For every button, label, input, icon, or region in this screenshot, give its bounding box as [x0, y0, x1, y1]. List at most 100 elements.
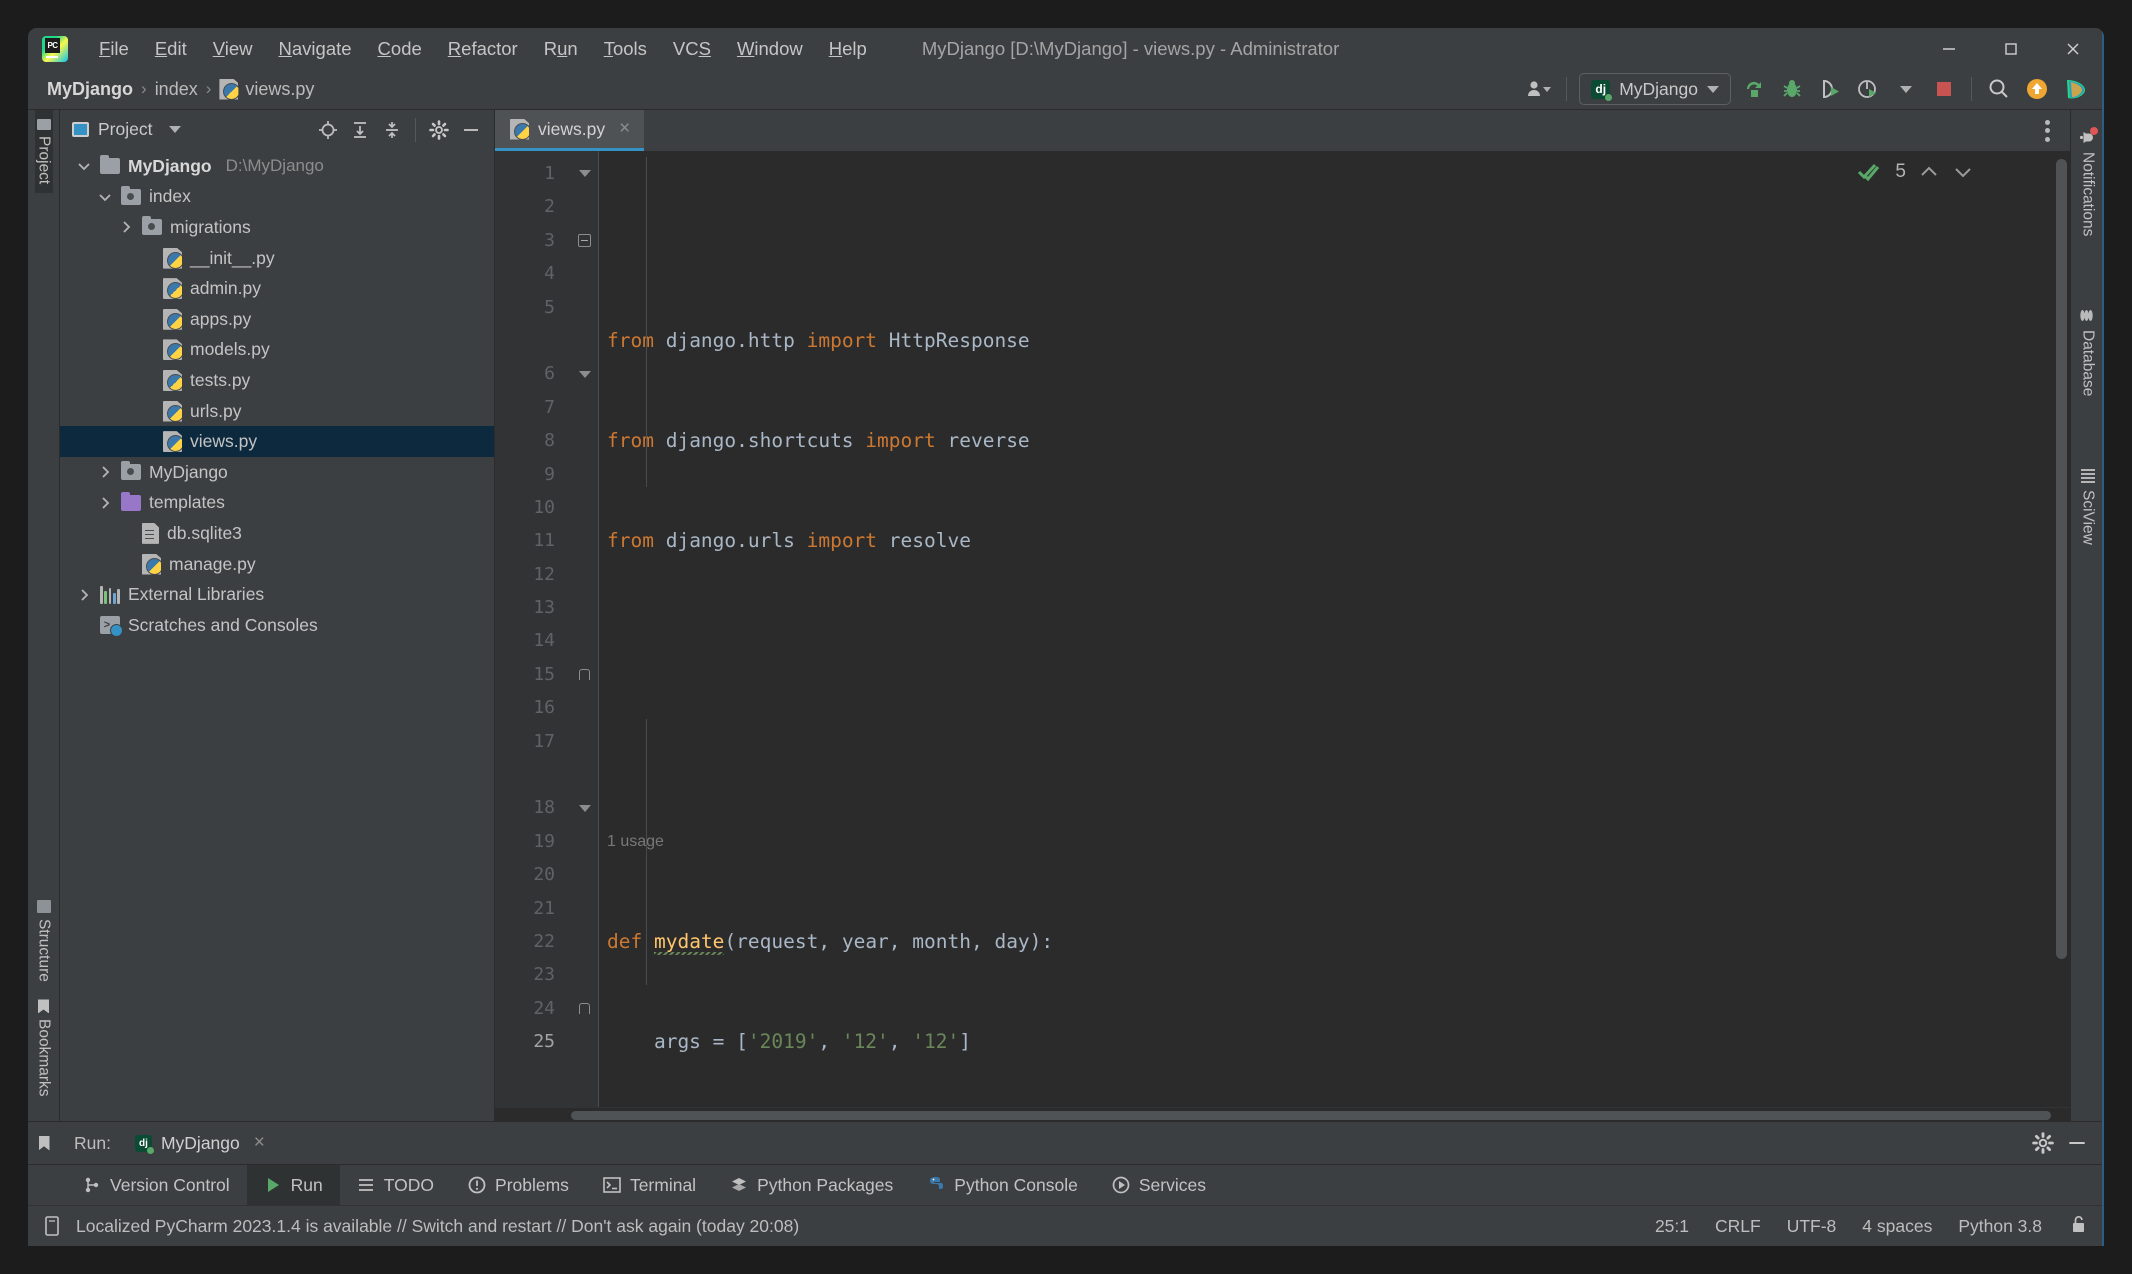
code-folding-gutter[interactable] [571, 151, 599, 1107]
chevron-down-icon[interactable] [95, 189, 115, 205]
chevron-down-icon[interactable] [1887, 72, 1925, 106]
tool-window-version-control[interactable]: Version Control [66, 1165, 247, 1205]
tool-window-problems[interactable]: Problems [451, 1165, 586, 1205]
scrollbar-thumb[interactable] [2056, 159, 2067, 959]
collapse-all-icon[interactable] [377, 116, 407, 144]
menu-edit[interactable]: Edit [142, 34, 200, 64]
breadcrumb-item-file[interactable]: views.py [214, 77, 319, 102]
tree-item-external-libraries[interactable]: External Libraries [60, 579, 494, 610]
settings-gear-icon[interactable] [2028, 1129, 2058, 1157]
chevron-down-icon[interactable] [1952, 161, 1974, 183]
menu-help[interactable]: Help [816, 34, 880, 64]
menu-vcs[interactable]: VCS [660, 34, 724, 64]
file-encoding[interactable]: UTF-8 [1787, 1216, 1837, 1237]
tree-item-index[interactable]: index [60, 182, 494, 213]
run-configuration-selector[interactable]: dj MyDjango [1579, 73, 1731, 105]
python-interpreter[interactable]: Python 3.8 [1958, 1216, 2042, 1237]
close-button[interactable] [2042, 28, 2104, 69]
tool-window-python-packages[interactable]: Python Packages [713, 1165, 910, 1205]
tool-window-services[interactable]: Services [1095, 1165, 1223, 1205]
fold-collapse-icon[interactable] [571, 791, 598, 824]
indent-setting[interactable]: 4 spaces [1862, 1216, 1932, 1237]
project-tree[interactable]: MyDjango D:\MyDjango index migrations __init… [60, 149, 494, 1121]
tree-item-db-sqlite3[interactable]: db.sqlite3 [60, 518, 494, 549]
tree-item-scratches-and-consoles[interactable]: >_ Scratches and Consoles [60, 610, 494, 641]
settings-gear-icon[interactable] [424, 116, 454, 144]
search-everywhere-icon[interactable] [1980, 72, 2018, 106]
sidebar-item-project[interactable]: Project [34, 110, 53, 194]
close-icon[interactable]: × [249, 1132, 265, 1154]
tree-item-views-py[interactable]: views.py [60, 426, 494, 457]
chevron-right-icon[interactable] [116, 219, 136, 235]
sidebar-item-bookmarks[interactable]: Bookmarks [35, 990, 53, 1121]
menu-window[interactable]: Window [724, 34, 816, 64]
tool-window-python-console[interactable]: Python Console [910, 1165, 1095, 1205]
minimize-button[interactable] [1918, 28, 1980, 69]
menu-view[interactable]: View [200, 34, 266, 64]
scrollbar-thumb[interactable] [571, 1111, 2051, 1120]
menu-refactor[interactable]: Refactor [435, 34, 531, 64]
menu-navigate[interactable]: Navigate [266, 34, 365, 64]
expand-all-icon[interactable] [345, 116, 375, 144]
tree-item-tests-py[interactable]: tests.py [60, 365, 494, 396]
close-icon[interactable]: × [614, 118, 630, 140]
run-tab-mydjango[interactable]: dj MyDjango × [125, 1127, 275, 1159]
menu-run[interactable]: Run [531, 34, 591, 64]
code-editor[interactable]: 12345 6 7 8 9 10 11 12 13 14 15 16 17 18 19 20 21 22 23 2… [495, 151, 2070, 1107]
source-code[interactable]: from django.http import HttpResponse fro… [599, 151, 2070, 1107]
maximize-button[interactable] [1980, 28, 2042, 69]
fold-end-icon[interactable] [571, 658, 598, 691]
hide-panel-icon[interactable] [456, 116, 486, 144]
menu-code[interactable]: Code [365, 34, 435, 64]
tree-item-mydjango[interactable]: MyDjango D:\MyDjango [60, 151, 494, 182]
project-panel-title[interactable]: Project [72, 119, 182, 140]
tree-item-urls-py[interactable]: urls.py [60, 396, 494, 427]
sidebar-item-sciview[interactable]: SciView [2079, 459, 2097, 555]
fold-collapse-icon[interactable] [571, 157, 598, 190]
profile-icon[interactable] [1849, 72, 1887, 106]
status-message-area[interactable]: Localized PyCharm 2023.1.4 is available … [42, 1215, 799, 1237]
tree-item--init-py[interactable]: __init__.py [60, 243, 494, 274]
usage-hint-mydate[interactable]: 1 usage [599, 825, 2070, 858]
menu-tools[interactable]: Tools [591, 34, 660, 64]
tree-item-apps-py[interactable]: apps.py [60, 304, 494, 335]
user-profile-icon[interactable] [1520, 72, 1558, 106]
chevron-down-icon[interactable] [74, 158, 94, 174]
sidebar-item-database[interactable]: Database [2079, 298, 2097, 406]
menu-file[interactable]: File [86, 34, 142, 64]
tree-item-models-py[interactable]: models.py [60, 335, 494, 366]
unlocked-padlock-icon[interactable] [2068, 1213, 2088, 1240]
caret-position[interactable]: 25:1 [1655, 1216, 1689, 1237]
chevron-up-icon[interactable] [1918, 161, 1940, 183]
breadcrumb-item-index[interactable]: index [150, 77, 203, 102]
chevron-right-icon[interactable] [95, 464, 115, 480]
ide-features-trainer-icon[interactable] [2056, 72, 2094, 106]
tool-window-terminal[interactable]: Terminal [586, 1165, 713, 1205]
more-options-icon[interactable] [2035, 112, 2060, 150]
editor-vertical-scrollbar[interactable] [2052, 151, 2070, 1107]
hide-panel-icon[interactable] [2062, 1129, 2092, 1157]
updates-icon[interactable] [2018, 72, 2056, 106]
inspection-widget[interactable]: 5 [1857, 161, 1974, 183]
stop-icon[interactable] [1925, 72, 1963, 106]
editor-horizontal-scrollbar[interactable] [495, 1107, 2070, 1121]
sidebar-item-notifications[interactable]: Notifications [2079, 120, 2098, 246]
debug-icon[interactable] [1773, 72, 1811, 106]
run-with-coverage-icon[interactable] [1811, 72, 1849, 106]
chevron-right-icon[interactable] [74, 587, 94, 603]
tool-window-run[interactable]: Run [246, 1165, 340, 1205]
breadcrumb-item-project[interactable]: MyDjango [42, 77, 138, 102]
fold-region-icon[interactable] [571, 224, 598, 257]
editor-tab-views-py[interactable]: views.py × [495, 110, 645, 151]
update-project-icon[interactable] [1735, 72, 1773, 106]
tree-item-manage-py[interactable]: manage.py [60, 549, 494, 580]
tree-item-admin-py[interactable]: admin.py [60, 273, 494, 304]
tree-item-migrations[interactable]: migrations [60, 212, 494, 243]
line-separator[interactable]: CRLF [1715, 1216, 1761, 1237]
select-opened-file-icon[interactable] [313, 116, 343, 144]
fold-end-icon[interactable] [571, 992, 598, 1025]
tree-item-templates[interactable]: templates [60, 488, 494, 519]
tree-item-mydjango[interactable]: MyDjango [60, 457, 494, 488]
tool-window-todo[interactable]: TODO [340, 1165, 451, 1205]
sidebar-item-structure[interactable]: Structure [35, 891, 53, 991]
